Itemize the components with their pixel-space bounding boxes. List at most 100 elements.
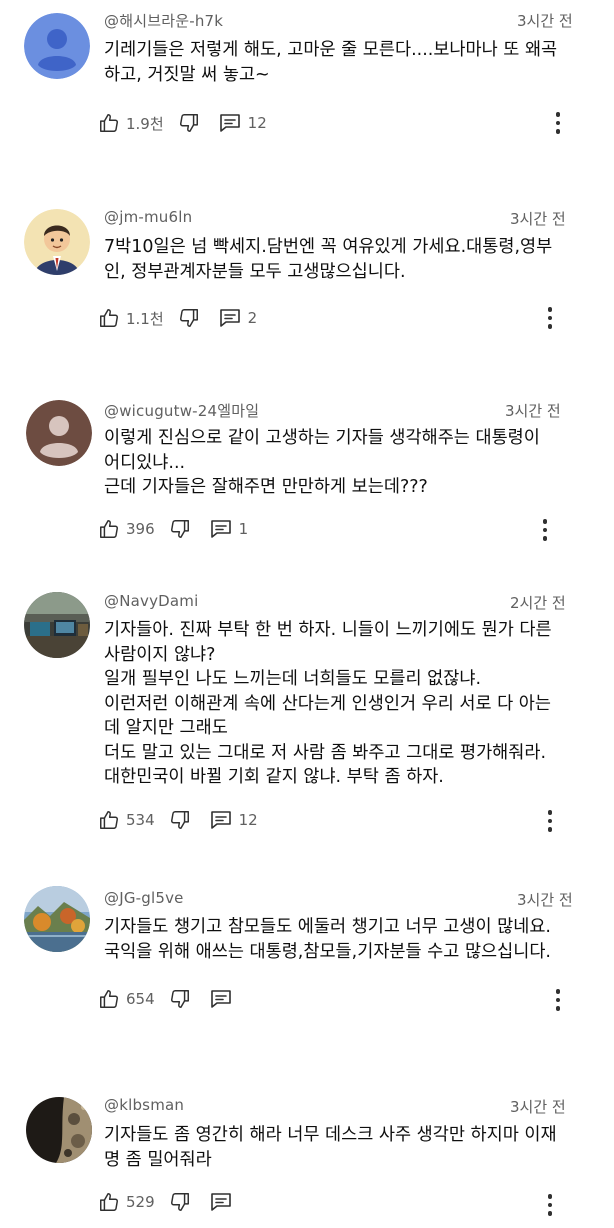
comment-time: 3시간 전	[510, 1098, 566, 1116]
reply-count: 2	[247, 309, 258, 327]
reply-button[interactable]: 12	[218, 112, 267, 134]
comment-author[interactable]: @NavyDami	[104, 592, 199, 610]
comment-time: 3시간 전	[505, 402, 561, 420]
comment-text: 7박10일은 넘 빡세지.담번엔 꼭 여유있게 가세요.대통령,영부 인, 정부…	[104, 235, 584, 284]
reply-button[interactable]	[209, 1191, 233, 1213]
dislike-button[interactable]	[169, 1191, 191, 1213]
reply-count: 12	[247, 114, 267, 132]
comment-text-line: 더도 말고 있는 그대로 저 사람 좀 봐주고 그대로 평가해줘라.	[104, 742, 547, 763]
dislike-button[interactable]	[169, 988, 191, 1010]
thumbs-down-icon	[169, 988, 191, 1010]
comment-text-line: 이런저런 이해관계 속에 산다는게 인생인거 우리 서로 다 아는	[104, 693, 552, 714]
avatar[interactable]	[24, 592, 90, 658]
comment-author[interactable]: @klbsman	[104, 1096, 184, 1114]
thumbs-down-icon	[169, 1191, 191, 1213]
comment-text-line: 기자들도 좀 영간히 해라 너무 데스크 사주 생각만 하지마 이재	[104, 1125, 557, 1145]
thumbs-up-icon	[98, 307, 120, 329]
comment-text-line: 기레기들은 저렇게 해도, 고마운 줄 모른다....보나마나 또 왜곡	[104, 40, 558, 60]
thumbs-up-icon	[98, 809, 120, 831]
like-count: 534	[126, 811, 155, 829]
avatar[interactable]	[24, 13, 90, 79]
like-count: 1.1천	[126, 309, 164, 328]
comment-author[interactable]: @wicugutw-24엘마일	[104, 400, 259, 421]
comment-text-line: 하고, 거짓말 써 놓고~	[104, 64, 270, 85]
comment-text-line: 사람이지 않냐?	[104, 644, 216, 665]
comment-time: 2시간 전	[510, 594, 566, 612]
dislike-button[interactable]	[169, 809, 191, 831]
comment-text-line: 7박10일은 넘 빡세지.담번엔 꼭 여유있게 가세요.대통령,영부	[104, 237, 553, 257]
comment-actions: 396 1	[98, 514, 248, 544]
more-options-button[interactable]	[540, 303, 560, 333]
comment-text-line: 일개 필부인 나도 느끼는데 너희들도 모를리 없잖냐.	[104, 669, 482, 689]
reply-count: 12	[238, 811, 258, 829]
comment-icon	[218, 307, 242, 329]
comment-actions: 534 12	[98, 805, 258, 835]
more-vert-icon	[547, 1194, 553, 1199]
comment-icon	[209, 809, 233, 831]
comment-text-line: 이렇게 진심으로 같이 고생하는 기자들 생각해주는 대통령이	[104, 428, 540, 448]
comment-text: 기자들도 좀 영간히 해라 너무 데스크 사주 생각만 하지마 이재 명 좀 밀…	[104, 1123, 584, 1172]
comment-text: 기자들도 챙기고 참모들도 에둘러 챙기고 너무 고생이 많네요. 국익을 위해…	[104, 915, 584, 964]
more-options-button[interactable]	[535, 515, 555, 545]
avatar[interactable]	[26, 400, 92, 466]
thumbs-down-icon	[169, 518, 191, 540]
like-count: 529	[126, 1193, 155, 1211]
comment-icon	[209, 518, 233, 540]
comment-time: 3시간 전	[517, 12, 573, 30]
comment-icon	[209, 1191, 233, 1213]
thumbs-down-icon	[178, 112, 200, 134]
avatar[interactable]	[24, 209, 90, 275]
like-count: 396	[126, 520, 155, 538]
comment-author[interactable]: @해시브라운-h7k	[104, 10, 223, 31]
thumbs-up-icon	[98, 518, 120, 540]
comment-author[interactable]: @jm-mu6ln	[104, 208, 192, 226]
reply-button[interactable]	[209, 988, 233, 1010]
like-button[interactable]: 534	[98, 809, 155, 831]
comment-actions: 1.1천 2	[98, 303, 257, 333]
comment-text-line: 데 알지만 그래도	[104, 718, 228, 738]
like-button[interactable]: 654	[98, 988, 155, 1010]
avatar[interactable]	[26, 1097, 92, 1163]
like-button[interactable]: 396	[98, 518, 155, 540]
like-button[interactable]: 529	[98, 1191, 155, 1213]
more-options-button[interactable]	[540, 806, 560, 836]
like-count: 654	[126, 990, 155, 1008]
more-options-button[interactable]	[548, 985, 568, 1015]
comment-text-line: 기자들아. 진짜 부탁 한 번 하자. 니들이 느끼기에도 뭔가 다른	[104, 620, 552, 640]
comment-text-line: 대한민국이 바뀔 기회 같지 않냐. 부탁 좀 하자.	[104, 767, 444, 787]
more-vert-icon	[555, 989, 561, 994]
thumbs-down-icon	[169, 809, 191, 831]
avatar[interactable]	[24, 886, 90, 952]
comment-actions: 1.9천 12	[98, 108, 267, 138]
dislike-button[interactable]	[169, 518, 191, 540]
more-options-button[interactable]	[540, 1190, 560, 1220]
comment-actions: 529	[98, 1187, 233, 1217]
thumbs-down-icon	[178, 307, 200, 329]
more-vert-icon	[542, 519, 548, 524]
comment-text-line: 국익을 위해 애쓰는 대통령,참모들,기자분들 수고 많으십니다.	[104, 941, 552, 962]
comment-time: 3시간 전	[517, 891, 573, 909]
like-count: 1.9천	[126, 114, 164, 133]
reply-count: 1	[238, 520, 249, 538]
thumbs-up-icon	[98, 112, 120, 134]
comment-text-line: 근데 기자들은 잘해주면 만만하게 보는데???	[104, 477, 428, 497]
dislike-button[interactable]	[178, 307, 200, 329]
like-button[interactable]: 1.1천	[98, 307, 164, 329]
thumbs-up-icon	[98, 988, 120, 1010]
comment-text: 이렇게 진심으로 같이 고생하는 기자들 생각해주는 대통령이 어디있냐... …	[104, 426, 584, 500]
reply-button[interactable]: 1	[209, 518, 249, 540]
comment-icon	[218, 112, 242, 134]
comment-icon	[209, 988, 233, 1010]
thumbs-up-icon	[98, 1191, 120, 1213]
more-vert-icon	[547, 307, 553, 312]
reply-button[interactable]: 12	[209, 809, 258, 831]
comment-author[interactable]: @JG-gl5ve	[104, 889, 184, 907]
reply-button[interactable]: 2	[218, 307, 258, 329]
comment-text-line: 어디있냐...	[104, 452, 186, 473]
comment-text-line: 명 좀 밀어줘라	[104, 1149, 212, 1170]
more-options-button[interactable]	[548, 108, 568, 138]
comment-time: 3시간 전	[510, 210, 566, 228]
like-button[interactable]: 1.9천	[98, 112, 164, 134]
comment-text-line: 기자들도 챙기고 참모들도 에둘러 챙기고 너무 고생이 많네요.	[104, 917, 552, 937]
dislike-button[interactable]	[178, 112, 200, 134]
